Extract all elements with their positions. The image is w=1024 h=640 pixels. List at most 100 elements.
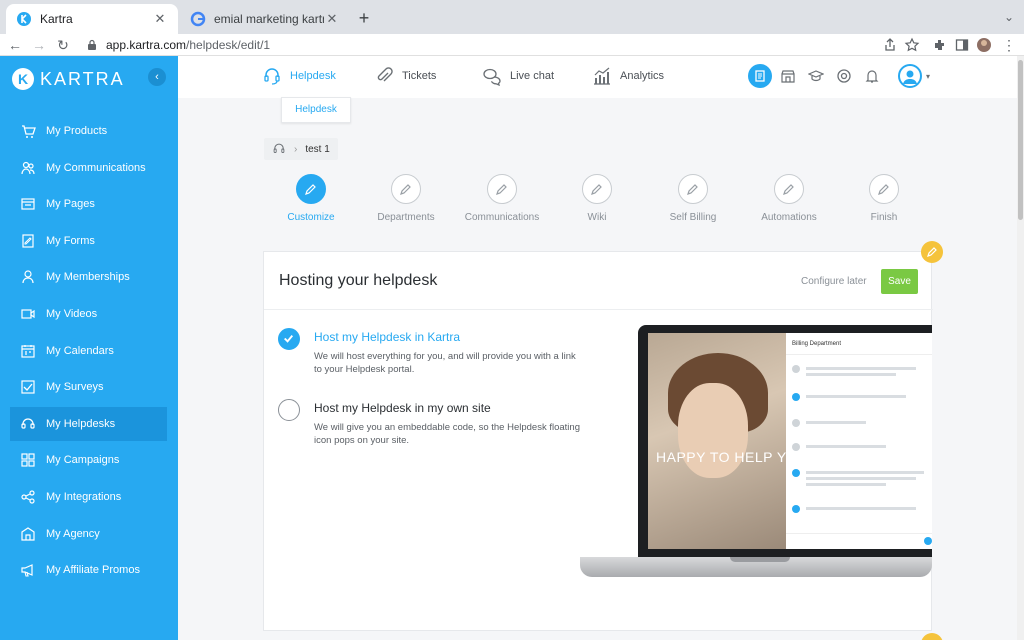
pages-icon <box>21 198 35 210</box>
configure-later-link[interactable]: Configure later <box>801 276 867 287</box>
close-icon[interactable]: ✕ <box>152 11 168 27</box>
edit-button[interactable] <box>921 241 943 263</box>
chat-message-line <box>806 483 886 486</box>
sidebar-item-my-forms[interactable]: My Forms <box>10 224 167 258</box>
sidebar-item-label: My Agency <box>46 527 100 540</box>
step-circle[interactable] <box>296 174 326 204</box>
headset-icon <box>21 418 35 429</box>
sidebar-item-my-helpdesks[interactable]: My Helpdesks <box>10 406 167 441</box>
extensions-icon[interactable] <box>932 37 948 53</box>
sidebar-item-label: My Integrations <box>46 491 122 503</box>
topnav-helpdesk[interactable]: Helpdesk <box>262 66 336 86</box>
topnav-analytics[interactable]: Analytics <box>592 66 664 86</box>
step-label: Wiki <box>587 212 607 223</box>
radio-selected[interactable] <box>278 328 300 350</box>
back-arrow-icon[interactable]: ← <box>6 36 24 54</box>
sidepanel-icon[interactable] <box>954 37 970 53</box>
pencil-icon <box>878 184 889 195</box>
step-self-billing[interactable]: Self Billing <box>648 174 738 223</box>
top-navigation: Helpdesk Tickets Live chat Analytics ▾ <box>178 56 1024 98</box>
help-bubble-button[interactable] <box>921 633 943 640</box>
pencil-icon <box>496 184 507 195</box>
laptop-screen: HAPPY TO HELP YOU Billing Department <box>648 333 932 549</box>
close-icon[interactable]: ✕ <box>324 11 340 27</box>
people-icon <box>21 161 35 174</box>
step-wiki[interactable]: Wiki <box>552 174 642 223</box>
chevron-down-icon[interactable]: ⌄ <box>1004 10 1014 24</box>
step-circle[interactable] <box>582 174 612 204</box>
brand-name: KARTRA <box>40 68 125 89</box>
video-icon <box>21 309 35 319</box>
save-button[interactable]: Save <box>881 269 918 294</box>
topnav-tickets[interactable]: Tickets <box>374 66 436 86</box>
caret-down-icon[interactable]: ▾ <box>926 72 930 81</box>
step-circle[interactable] <box>487 174 517 204</box>
sidebar-item-my-affiliate-promos[interactable]: My Affiliate Promos <box>10 553 167 587</box>
store-button[interactable] <box>776 64 800 88</box>
chat-message-line <box>806 373 896 376</box>
pencil-icon <box>927 247 937 257</box>
star-icon[interactable] <box>904 37 920 53</box>
step-label: Automations <box>761 212 817 223</box>
headset-icon <box>264 68 280 85</box>
sidebar-item-my-campaigns[interactable]: My Campaigns <box>10 443 167 477</box>
sidebar-item-label: My Affiliate Promos <box>46 564 140 577</box>
forward-arrow-icon[interactable]: → <box>30 36 48 54</box>
step-customize[interactable]: Customize <box>266 174 356 223</box>
sidebar-item-my-surveys[interactable]: My Surveys <box>10 370 167 404</box>
support-button[interactable] <box>832 64 856 88</box>
sidebar-item-my-communications[interactable]: My Communications <box>10 151 167 185</box>
user-avatar[interactable] <box>898 64 922 88</box>
address-bar[interactable]: app.kartra.com/helpdesk/edit/1 <box>78 35 868 55</box>
step-circle[interactable] <box>869 174 899 204</box>
form-icon <box>22 234 34 248</box>
megaphone-icon <box>21 564 33 577</box>
sidebar-item-label: My Helpdesks <box>46 417 116 430</box>
step-circle[interactable] <box>774 174 804 204</box>
share-icon[interactable] <box>882 37 898 53</box>
sidebar-item-my-videos[interactable]: My Videos <box>10 297 167 331</box>
step-circle[interactable] <box>391 174 421 204</box>
kartra-logo[interactable]: K KARTRA <box>12 68 125 90</box>
sidebar-item-my-pages[interactable]: My Pages <box>10 187 167 221</box>
sidebar-item-my-products[interactable]: My Products <box>10 114 167 148</box>
topnav-live-chat[interactable]: Live chat <box>482 66 554 86</box>
sidebar-item-my-memberships[interactable]: My Memberships <box>10 260 167 294</box>
browser-tab-google[interactable]: emial marketing kartra - Googl ✕ <box>180 4 350 34</box>
topnav-label: Live chat <box>510 70 555 82</box>
support-agent-photo: HAPPY TO HELP YOU <box>648 333 808 549</box>
sidebar-item-my-agency[interactable]: My Agency <box>10 517 167 551</box>
step-circle[interactable] <box>678 174 708 204</box>
chat-avatar <box>792 419 800 427</box>
sidebar-item-label: My Campaigns <box>46 454 120 467</box>
radio-unselected[interactable] <box>278 399 300 421</box>
headset-icon[interactable] <box>272 142 286 156</box>
pencil-icon <box>687 184 698 195</box>
laptop-illustration: HAPPY TO HELP YOU Billing Department <box>580 323 932 595</box>
new-tab-button[interactable]: + <box>354 8 374 28</box>
chart-icon <box>594 67 610 85</box>
browser-menu-icon[interactable]: ⋮ <box>1000 36 1018 54</box>
option-description: We will give you an embeddable code, so … <box>314 422 580 446</box>
step-finish[interactable]: Finish <box>839 174 929 223</box>
browser-tab-title: emial marketing kartra - Googl <box>214 12 324 26</box>
collapse-sidebar-button[interactable]: ‹ <box>148 68 166 86</box>
profile-avatar-icon[interactable] <box>976 37 992 53</box>
reload-icon[interactable]: ↻ <box>54 36 72 54</box>
checkmark-icon <box>284 335 294 343</box>
chat-message-line <box>806 507 916 510</box>
step-departments[interactable]: Departments <box>361 174 451 223</box>
scrollbar-thumb[interactable] <box>1018 60 1023 220</box>
chat-message-line <box>806 477 916 480</box>
notifications-button[interactable] <box>860 64 884 88</box>
step-communications[interactable]: Communications <box>457 174 547 223</box>
pencil-icon <box>305 184 316 195</box>
academy-button[interactable] <box>804 64 828 88</box>
sidebar-item-my-integrations[interactable]: My Integrations <box>10 480 167 514</box>
sidebar-item-my-calendars[interactable]: My Calendars <box>10 334 167 368</box>
step-automations[interactable]: Automations <box>744 174 834 223</box>
lifebuoy-icon <box>837 69 851 83</box>
browser-tab-kartra[interactable]: Kartra ✕ <box>6 4 178 34</box>
sidebar-item-label: My Pages <box>46 198 95 211</box>
document-button[interactable] <box>748 64 772 88</box>
